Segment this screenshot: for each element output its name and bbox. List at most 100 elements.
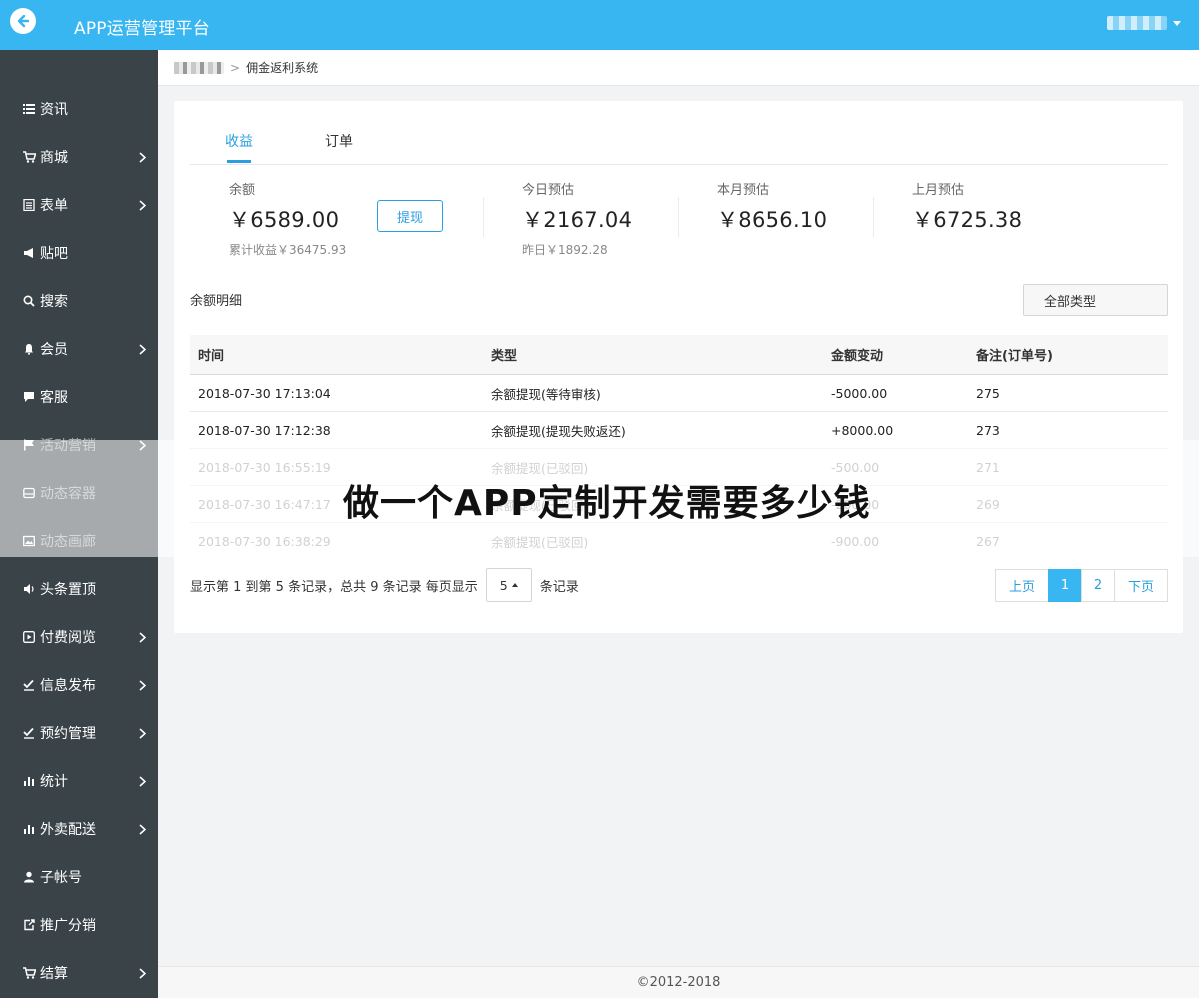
chat-icon xyxy=(22,390,36,404)
sidebar-item-label: 子帐号 xyxy=(40,870,82,886)
prev-page-button[interactable]: 上页 xyxy=(995,569,1049,602)
caret-down-icon xyxy=(1173,20,1181,26)
play-square-icon xyxy=(22,630,36,644)
header-type: 类型 xyxy=(491,349,518,364)
cart-icon xyxy=(22,150,36,164)
check-edit-icon xyxy=(22,678,36,692)
top-bar: APP运营管理平台 xyxy=(0,0,1199,50)
search-icon xyxy=(22,294,36,308)
sidebar-item[interactable]: 贴吧 xyxy=(0,229,158,277)
cell-time: 2018-07-30 17:13:04 xyxy=(198,385,331,401)
page-size-select[interactable]: 5 xyxy=(485,568,532,602)
withdraw-button[interactable]: 提现 xyxy=(377,200,443,232)
next-page-button[interactable]: 下页 xyxy=(1114,569,1168,602)
sidebar-item-label: 搜索 xyxy=(40,294,68,310)
cell-remark: 273 xyxy=(976,422,1000,438)
stat-label: 上月预估 xyxy=(912,183,965,198)
form-icon xyxy=(22,198,36,212)
sidebar-item[interactable]: 搜索 xyxy=(0,277,158,325)
pager-info: 显示第 1 到第 5 条记录，总共 9 条记录 每页显示 5 条记录 xyxy=(190,568,579,602)
balance-detail-title: 余额明细 xyxy=(190,294,243,309)
sidebar-item[interactable]: 统计 xyxy=(0,757,158,805)
chevron-right-icon xyxy=(139,631,147,647)
chevron-right-icon xyxy=(139,967,147,983)
sidebar-item-label: 资讯 xyxy=(40,102,68,118)
sidebar-item[interactable]: 头条置顶 xyxy=(0,565,158,613)
sidebar: 资讯商城 表单贴吧搜索会员 客服活动营销动态容器动态画廊 头条置顶 付费阅览 信息发布预约… xyxy=(0,50,158,998)
back-arrow-icon[interactable] xyxy=(10,8,36,34)
tab-earnings[interactable]: 收益 xyxy=(225,131,253,151)
stat-today: 今日预估 ￥2167.04 昨日￥1892.28 xyxy=(522,179,632,258)
type-filter-select[interactable]: 全部类型 xyxy=(1023,284,1168,316)
sidebar-item[interactable]: 子帐号 xyxy=(0,853,158,901)
page-2-button[interactable]: 2 xyxy=(1081,569,1115,602)
sidebar-item[interactable]: 动态画廊 xyxy=(0,517,158,565)
sidebar-item-label: 推广分销 xyxy=(40,918,96,934)
sidebar-item[interactable]: 客服 xyxy=(0,373,158,421)
pager-info-suffix: 条记录 xyxy=(539,579,579,595)
table-header-row: 时间 类型 金额变动 备注(订单号) xyxy=(190,335,1168,375)
today-value: ￥2167.04 xyxy=(522,208,633,232)
stat-label: 本月预估 xyxy=(717,183,770,198)
breadcrumb-blurred-home[interactable] xyxy=(174,61,224,74)
sidebar-item[interactable]: 付费阅览 xyxy=(0,613,158,661)
cell-remark: 275 xyxy=(976,385,1000,401)
balance-value: ￥6589.00 xyxy=(229,208,340,232)
earnings-card: 收益 订单 余额 ￥6589.00 累计收益￥36475.93 提现 今日预估 … xyxy=(174,101,1183,633)
sidebar-item-label: 统计 xyxy=(40,774,68,790)
chevron-right-icon xyxy=(139,679,147,695)
sidebar-item[interactable]: 结算 xyxy=(0,949,158,997)
overlay-caption: 做一个APP定制开发需要多少钱 xyxy=(343,483,871,524)
sidebar-item-label: 预约管理 xyxy=(40,726,96,742)
sidebar-item-label: 外卖配送 xyxy=(40,822,96,838)
bar-chart-icon xyxy=(22,822,36,836)
app-root: APP运营管理平台 资讯商城 表单贴吧搜索会员 客服活动营销动态容器动态画廊 头条置顶… xyxy=(0,0,1199,998)
sidebar-item[interactable]: 推广分销 xyxy=(0,901,158,949)
pagination: 上页 1 2 下页 xyxy=(995,569,1168,602)
sidebar-item[interactable]: 动态容器 xyxy=(0,469,158,517)
month-value: ￥8656.10 xyxy=(717,208,828,232)
cell-amount: -900.00 xyxy=(831,534,880,549)
user-menu[interactable] xyxy=(1107,16,1181,30)
divider xyxy=(678,197,679,237)
sidebar-item[interactable]: 活动营销 xyxy=(0,421,158,469)
sidebar-item-label: 动态容器 xyxy=(40,486,96,502)
tab-bar: 收益 订单 xyxy=(190,125,1168,165)
balance-table: 时间 类型 金额变动 备注(订单号) 2018-07-30 17:13:04 余… xyxy=(190,335,1168,560)
tab-orders[interactable]: 订单 xyxy=(325,131,353,151)
stat-month: 本月预估 ￥8656.10 xyxy=(717,179,827,234)
header-time: 时间 xyxy=(198,349,225,364)
app-title: APP运营管理平台 xyxy=(74,19,210,39)
sidebar-item[interactable]: 商城 xyxy=(0,133,158,181)
table-row: 2018-07-30 17:12:38 余额提现(提现失败返还) +8000.0… xyxy=(190,412,1168,449)
chevron-right-icon xyxy=(139,727,147,743)
cumulative-earnings: 累计收益￥36475.93 xyxy=(229,243,347,257)
active-tab-underline xyxy=(227,160,251,163)
sidebar-item[interactable]: 外卖配送 xyxy=(0,805,158,853)
chevron-right-icon xyxy=(139,775,147,791)
chevron-right-icon xyxy=(139,151,147,167)
yesterday-value: 昨日￥1892.28 xyxy=(522,243,608,257)
cell-time: 2018-07-30 16:55:19 xyxy=(198,459,331,475)
cell-type: 余额提现(提现失败返还) xyxy=(491,423,626,439)
sidebar-item-label: 结算 xyxy=(40,966,68,982)
caret-up-icon xyxy=(511,583,518,587)
list-icon xyxy=(22,102,36,116)
pager-info-prefix: 显示第 1 到第 5 条记录，总共 9 条记录 每页显示 xyxy=(190,579,478,595)
sidebar-item[interactable]: 表单 xyxy=(0,181,158,229)
sidebar-item[interactable]: 资讯 xyxy=(0,85,158,133)
stat-balance: 余额 ￥6589.00 累计收益￥36475.93 xyxy=(229,179,346,258)
cell-amount: -5000.00 xyxy=(831,385,888,401)
share-icon xyxy=(22,918,36,932)
sidebar-item-label: 活动营销 xyxy=(40,438,96,454)
sidebar-item-label: 贴吧 xyxy=(40,246,68,262)
divider xyxy=(483,197,484,237)
user-icon xyxy=(22,870,36,884)
page-1-button[interactable]: 1 xyxy=(1048,569,1082,602)
stat-label: 今日预估 xyxy=(522,183,575,198)
sidebar-item[interactable]: 会员 xyxy=(0,325,158,373)
sidebar-item[interactable]: 预约管理 xyxy=(0,709,158,757)
cell-amount: +8000.00 xyxy=(831,422,894,438)
sidebar-item[interactable]: 信息发布 xyxy=(0,661,158,709)
volume-icon xyxy=(22,582,36,596)
